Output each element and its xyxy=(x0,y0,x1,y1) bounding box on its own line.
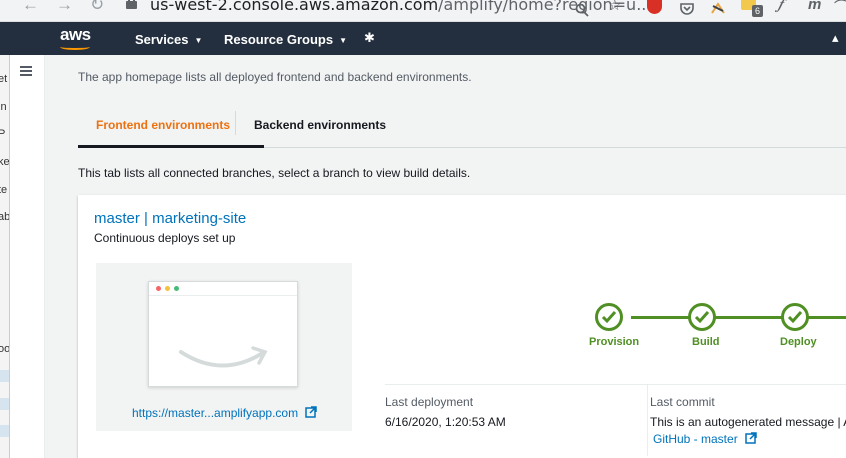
pipeline-line xyxy=(631,316,846,319)
extension-m-icon[interactable]: m xyxy=(808,0,821,13)
build-pipeline: Provision Build Deploy xyxy=(589,303,846,355)
forward-icon[interactable]: → xyxy=(56,0,73,15)
environment-tabs: Frontend environments Backend environmen… xyxy=(78,108,846,148)
branch-title-link[interactable]: master | marketing-site xyxy=(94,210,246,227)
services-label: Services xyxy=(135,32,189,47)
bookmark-star-icon[interactable]: ☆ xyxy=(608,0,621,14)
bell-icon[interactable]: ▴ xyxy=(832,30,839,46)
branch-card[interactable]: master | marketing-site Continuous deplo… xyxy=(78,195,846,458)
check-icon xyxy=(688,303,716,331)
extension-shield-icon[interactable] xyxy=(647,0,662,14)
tab-frontend-environments[interactable]: Frontend environments xyxy=(96,118,230,132)
last-deployment-value: 6/16/2020, 1:20:53 AM xyxy=(385,415,506,429)
strip-text: oo xyxy=(0,343,10,355)
sidebar-divider xyxy=(44,55,45,458)
amazon-smile-icon xyxy=(179,346,268,368)
extension-wave-icon[interactable]: ⌒ xyxy=(834,0,846,17)
strip-text: P xyxy=(0,128,5,140)
tab-backend-environments[interactable]: Backend environments xyxy=(254,118,386,132)
step-build: Build xyxy=(692,336,720,348)
active-tab-indicator xyxy=(78,145,264,148)
strip-text: te xyxy=(0,184,8,196)
commit-repo-link[interactable]: GitHub - master xyxy=(653,432,757,446)
resource-groups-label: Resource Groups xyxy=(224,32,334,47)
step-deploy: Deploy xyxy=(780,336,817,348)
search-icon[interactable] xyxy=(575,0,589,21)
external-link-icon xyxy=(745,432,757,444)
branch-subtitle: Continuous deploys set up xyxy=(94,231,236,245)
aws-top-nav: aws Services ▼ Resource Groups ▼ ✱ ▴ xyxy=(0,22,846,55)
strip-text: in xyxy=(0,101,7,113)
tab-separator xyxy=(235,111,236,135)
resource-groups-menu[interactable]: Resource Groups ▼ xyxy=(224,32,347,47)
aws-logo[interactable]: aws xyxy=(60,25,91,45)
check-icon xyxy=(781,303,809,331)
preview-thumbnail xyxy=(148,281,298,387)
strip-text: et xyxy=(0,73,8,85)
commit-repo-text: GitHub - master xyxy=(653,432,738,446)
check-icon xyxy=(595,303,623,331)
strip-text: ab xyxy=(0,211,10,223)
services-menu[interactable]: Services ▼ xyxy=(135,32,202,47)
lock-icon xyxy=(126,0,137,10)
reload-icon[interactable]: ↻ xyxy=(90,0,104,15)
step-provision: Provision xyxy=(589,336,640,348)
external-link-icon xyxy=(305,406,318,418)
pocket-icon[interactable] xyxy=(679,0,695,20)
preview-url-link[interactable]: https://master...amplifyapp.com xyxy=(132,406,318,420)
last-commit-value: This is an autogenerated message | Aut xyxy=(650,415,846,429)
extension-cross-icon[interactable] xyxy=(710,0,726,19)
last-commit-label: Last commit xyxy=(650,395,715,409)
back-icon[interactable]: ← xyxy=(22,0,39,15)
pin-icon[interactable]: ✱ xyxy=(364,30,375,46)
info-column-divider xyxy=(647,384,648,456)
tab-description: This tab lists all connected branches, s… xyxy=(78,166,471,180)
url-host: us-west-2.console.aws.amazon.com xyxy=(150,0,439,14)
background-window-strip: et in P ke te ab oo xyxy=(0,55,10,458)
extension-badge: 6 xyxy=(752,5,764,17)
preview-url-text: https://master...amplifyapp.com xyxy=(132,406,299,420)
last-deployment-label: Last deployment xyxy=(385,395,474,409)
page-intro: The app homepage lists all deployed fron… xyxy=(78,70,472,84)
menu-icon[interactable] xyxy=(20,66,32,76)
chevron-down-icon: ▼ xyxy=(194,36,203,46)
browser-toolbar: ← → ↻ us-west-2.console.aws.amazon.com/a… xyxy=(0,0,846,22)
info-divider xyxy=(385,384,846,385)
chevron-down-icon: ▼ xyxy=(339,36,348,46)
site-preview[interactable]: https://master...amplifyapp.com xyxy=(96,263,352,431)
aws-smile-icon xyxy=(60,44,90,50)
strip-text: ke xyxy=(0,156,10,168)
extension-music-icon[interactable]: 𝆑 xyxy=(778,0,783,13)
